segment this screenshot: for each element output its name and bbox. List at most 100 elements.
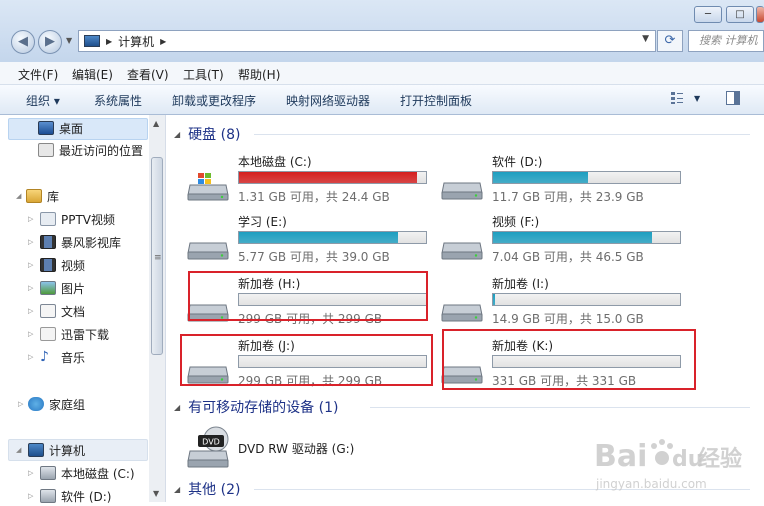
nav-label: 家庭组: [49, 397, 86, 412]
hard-drive-icon: [441, 304, 483, 322]
drive-space-info: 1.31 GB 可用，共 24.4 GB: [238, 190, 390, 204]
drive-name: 软件 (D:): [492, 155, 543, 169]
breadcrumb-arrow-icon[interactable]: ▶: [106, 37, 112, 46]
nav-documents[interactable]: ▷ 文档: [28, 301, 85, 321]
recent-places-icon: [38, 143, 54, 157]
drive-i[interactable]: 新加卷 (I:) 14.9 GB 可用，共 15.0 GB: [440, 275, 690, 331]
nav-music[interactable]: ▷ ♪ 音乐: [28, 347, 85, 367]
nav-pptv[interactable]: ▷ PPTV视频: [28, 209, 115, 229]
menu-help[interactable]: 帮助(H): [238, 66, 280, 83]
group-removable[interactable]: ◢ 有可移动存储的设备 (1): [174, 397, 750, 417]
nav-label: 图片: [61, 281, 86, 296]
usage-bar: [492, 231, 681, 244]
collapsed-arrow-icon[interactable]: ▷: [28, 284, 33, 292]
drive-space-info: 11.7 GB 可用，共 23.9 GB: [492, 190, 644, 204]
drive-e[interactable]: 学习 (E:) 5.77 GB 可用，共 39.0 GB: [186, 213, 436, 269]
drive-name: 学习 (E:): [238, 215, 287, 229]
back-arrow-icon: ◀: [18, 34, 28, 49]
nav-baofeng[interactable]: ▷ 暴风影视库: [28, 232, 121, 252]
hard-drive-icon: [441, 182, 483, 200]
address-bar[interactable]: ▶ 计算机 ▶ ▼: [78, 30, 656, 52]
desktop-icon: [38, 121, 54, 135]
search-input[interactable]: 搜索 计算机: [688, 30, 764, 52]
expanded-arrow-icon[interactable]: ◢: [16, 446, 21, 454]
nav-computer[interactable]: ◢ 计算机: [16, 440, 85, 460]
nav-label: 视频: [61, 258, 86, 273]
collapsed-arrow-icon[interactable]: ▷: [28, 492, 33, 500]
nav-library[interactable]: ◢ 库: [16, 186, 59, 206]
video-library-icon: [40, 212, 56, 226]
map-network-drive-button[interactable]: 映射网络驱动器: [286, 92, 370, 109]
baidu-jingyan-watermark: Bai du 经验 jingyan.baidu.com: [594, 439, 742, 491]
nav-thunder-downloads[interactable]: ▷ 迅雷下载: [28, 324, 109, 344]
group-expanded-icon[interactable]: ◢: [174, 485, 180, 494]
menu-bar: 文件(F) 编辑(E) 查看(V) 工具(T) 帮助(H): [0, 62, 764, 85]
scroll-up-icon[interactable]: ▲: [153, 119, 159, 128]
nav-desktop[interactable]: 桌面: [38, 118, 83, 138]
collapsed-arrow-icon[interactable]: ▷: [28, 215, 33, 223]
group-expanded-icon[interactable]: ◢: [174, 130, 180, 139]
nav-scrollbar[interactable]: ▲ ≡ ▼: [149, 115, 165, 502]
nav-drive-c[interactable]: ▷ 本地磁盘 (C:): [28, 463, 135, 483]
group-title: 其他 (2): [188, 482, 241, 498]
menu-file[interactable]: 文件(F): [18, 66, 58, 83]
nav-homegroup[interactable]: ▷ 家庭组: [18, 394, 85, 414]
uninstall-button[interactable]: 卸载或更改程序: [172, 92, 256, 109]
drive-c[interactable]: 本地磁盘 (C:) 1.31 GB 可用，共 24.4 GB: [186, 153, 436, 209]
address-dropdown-icon[interactable]: ▼: [642, 34, 649, 44]
dvd-drive-icon: DVD: [187, 426, 229, 468]
nav-recent-places[interactable]: 最近访问的位置: [38, 140, 143, 160]
drive-space-info: 7.04 GB 可用，共 46.5 GB: [492, 250, 644, 264]
system-properties-button[interactable]: 系统属性: [94, 92, 142, 109]
group-divider: [254, 134, 750, 135]
usage-bar: [238, 231, 427, 244]
group-expanded-icon[interactable]: ◢: [174, 403, 180, 412]
highlight-box-k: [442, 329, 696, 390]
expanded-arrow-icon[interactable]: ◢: [16, 192, 21, 200]
usage-fill: [239, 172, 417, 183]
organize-button[interactable]: 组织 ▾: [26, 92, 60, 109]
watermark-cn: 经验: [698, 446, 742, 472]
drive-f[interactable]: 视频 (F:) 7.04 GB 可用，共 46.5 GB: [440, 213, 690, 269]
breadcrumb-arrow-icon[interactable]: ▶: [160, 37, 166, 46]
group-title: 有可移动存储的设备 (1): [188, 400, 339, 416]
history-dropdown-icon[interactable]: ▼: [66, 36, 72, 45]
nav-videos[interactable]: ▷ 视频: [28, 255, 85, 275]
nav-drive-d[interactable]: ▷ 软件 (D:): [28, 486, 111, 506]
scroll-down-icon[interactable]: ▼: [153, 489, 159, 498]
collapsed-arrow-icon[interactable]: ▷: [28, 261, 33, 269]
breadcrumb-computer[interactable]: 计算机: [118, 33, 154, 50]
command-bar: 组织 ▾ 系统属性 卸载或更改程序 映射网络驱动器 打开控制面板 ▼: [0, 85, 764, 115]
menu-edit[interactable]: 编辑(E): [72, 66, 113, 83]
refresh-button[interactable]: ⟳: [657, 30, 683, 52]
highlight-box-j: [180, 334, 433, 386]
drive-g-dvd[interactable]: DVD DVD RW 驱动器 (G:): [186, 425, 436, 481]
drive-icon: [40, 489, 56, 503]
group-hard-drives[interactable]: ◢ 硬盘 (8): [174, 124, 750, 144]
close-button[interactable]: [756, 6, 764, 23]
homegroup-icon: [28, 397, 44, 411]
drive-name: 本地磁盘 (C:): [238, 155, 312, 169]
scroll-grip-icon: ≡: [154, 253, 162, 263]
drive-space-info: 5.77 GB 可用，共 39.0 GB: [238, 250, 390, 264]
back-button[interactable]: ◀: [11, 30, 35, 54]
menu-tools[interactable]: 工具(T): [183, 66, 224, 83]
refresh-icon: ⟳: [664, 33, 676, 48]
nav-pictures[interactable]: ▷ 图片: [28, 278, 85, 298]
collapsed-arrow-icon[interactable]: ▷: [28, 353, 33, 361]
preview-pane-icon[interactable]: [726, 91, 740, 105]
collapsed-arrow-icon[interactable]: ▷: [28, 469, 33, 477]
forward-button[interactable]: ▶: [38, 30, 62, 54]
open-control-panel-button[interactable]: 打开控制面板: [400, 92, 472, 109]
collapsed-arrow-icon[interactable]: ▷: [28, 330, 33, 338]
change-view-icon[interactable]: [670, 91, 684, 105]
maximize-button[interactable]: □: [726, 6, 754, 23]
drive-d[interactable]: 软件 (D:) 11.7 GB 可用，共 23.9 GB: [440, 153, 690, 209]
menu-view[interactable]: 查看(V): [127, 66, 169, 83]
watermark-brand: Bai: [594, 439, 647, 474]
collapsed-arrow-icon[interactable]: ▷: [28, 307, 33, 315]
collapsed-arrow-icon[interactable]: ▷: [28, 238, 33, 246]
minimize-button[interactable]: ─: [694, 6, 722, 23]
collapsed-arrow-icon[interactable]: ▷: [18, 400, 23, 408]
view-dropdown-icon[interactable]: ▼: [694, 94, 700, 103]
